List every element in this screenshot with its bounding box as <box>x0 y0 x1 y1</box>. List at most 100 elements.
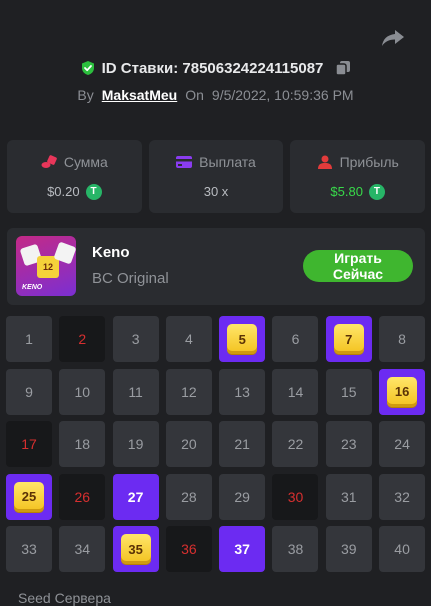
stat-profit-value-row: $5.80 T <box>330 183 385 200</box>
keno-cell: 29 <box>219 473 266 520</box>
keno-cell: 10 <box>59 368 106 415</box>
keno-cell-number: 38 <box>287 541 304 557</box>
on-label: On <box>185 87 204 103</box>
stat-amount-value-row: $0.20 T <box>47 183 102 200</box>
tether-coin-icon: T <box>368 183 385 200</box>
wallet-icon <box>176 156 193 168</box>
game-name: Keno <box>92 244 130 261</box>
keno-cell: 4 <box>165 316 212 362</box>
gem-tile-icon: 5 <box>227 324 258 354</box>
keno-cell-number: 2 <box>78 331 87 347</box>
keno-cell-number: 29 <box>234 488 250 505</box>
keno-cell: 11 <box>112 368 159 415</box>
keno-cell: 22 <box>272 421 319 467</box>
keno-cell-number: 33 <box>21 541 37 557</box>
keno-cell-number: 20 <box>181 436 197 452</box>
keno-cell-number: 23 <box>340 436 357 452</box>
keno-cell-number: 9 <box>25 383 33 400</box>
gem-tile-icon: 35 <box>120 534 151 564</box>
keno-cell: 21 <box>219 421 266 467</box>
keno-cell-number: 34 <box>74 541 91 557</box>
keno-cell-number: 39 <box>340 541 357 557</box>
keno-cell: 6 <box>272 316 319 362</box>
keno-cell-number: 31 <box>340 488 357 505</box>
keno-cell: 26 <box>59 473 106 520</box>
keno-cell: 16 <box>379 368 426 415</box>
keno-cell: 8 <box>379 316 426 362</box>
keno-cell: 40 <box>379 526 426 572</box>
keno-cell: 18 <box>59 421 106 467</box>
stat-profit-label-row: Прибыль <box>317 154 399 170</box>
keno-cell: 32 <box>379 473 426 520</box>
stat-amount: Сумма $0.20 T <box>7 140 142 213</box>
keno-cell: 38 <box>272 526 319 572</box>
stat-profit-value: $5.80 <box>330 184 363 199</box>
keno-cell: 24 <box>379 421 426 467</box>
stat-amount-value: $0.20 <box>47 184 80 199</box>
keno-cell-number: 40 <box>394 541 410 557</box>
keno-thumbnail[interactable]: 12 KENO <box>16 236 76 296</box>
server-seed-label: Seed Сервера <box>18 590 111 606</box>
keno-cell: 35 <box>112 526 159 572</box>
copy-icon[interactable] <box>335 60 351 76</box>
keno-cell: 5 <box>219 316 266 362</box>
keno-cell: 33 <box>6 526 52 572</box>
keno-cell-number: 27 <box>127 488 144 505</box>
game-subtitle: BC Original <box>92 270 169 287</box>
stat-amount-label: Сумма <box>63 153 108 170</box>
username-link[interactable]: MaksatMeu <box>102 87 177 103</box>
profit-user-icon <box>317 155 332 169</box>
bet-datetime: 9/5/2022, 10:59:36 PM <box>211 87 354 103</box>
bet-id-row: ID Ставки: 78506324224115087 <box>0 58 431 78</box>
keno-cell: 30 <box>272 473 319 520</box>
keno-cell-number: 24 <box>394 436 410 452</box>
stat-payout: Выплата 30 x <box>148 140 284 213</box>
keno-cell: 20 <box>165 421 212 467</box>
keno-cell-number: 36 <box>181 541 197 557</box>
keno-cell: 13 <box>219 368 266 415</box>
keno-cell: 7 <box>325 316 372 362</box>
keno-cell-number: 21 <box>234 436 250 452</box>
stat-profit-label: Прибыль <box>339 153 399 170</box>
stat-payout-label-row: Выплата <box>176 154 256 170</box>
bet-stats: Сумма $0.20 T Выплата 30 x Прибыль $5.80… <box>7 140 426 213</box>
keno-cell-number: 22 <box>287 436 304 452</box>
keno-cell: 3 <box>112 316 159 362</box>
keno-cell-number: 30 <box>287 488 304 505</box>
keno-cell: 36 <box>165 526 212 572</box>
keno-cell: 15 <box>325 368 372 415</box>
keno-cell-number: 37 <box>234 541 250 557</box>
keno-cell: 23 <box>325 421 372 467</box>
tether-coin-icon: T <box>85 183 102 200</box>
keno-cell: 37 <box>219 526 266 572</box>
game-card: 12 KENO Keno BC Original Играть Сейчас <box>7 228 425 305</box>
keno-cell-number: 10 <box>74 383 91 400</box>
stat-payout-value: 30 x <box>203 184 229 199</box>
keno-cell-number: 1 <box>25 331 33 347</box>
keno-cell: 25 <box>6 473 52 520</box>
keno-cell: 39 <box>325 526 372 572</box>
keno-cell-number: 26 <box>74 488 91 505</box>
keno-cell-number: 28 <box>181 488 197 505</box>
share-icon[interactable] <box>381 28 405 48</box>
keno-cell-number: 19 <box>127 436 144 452</box>
gem-tile-icon: 16 <box>387 376 418 407</box>
coins-icon <box>41 154 57 168</box>
play-now-button[interactable]: Играть Сейчас <box>303 250 413 282</box>
keno-cell: 31 <box>325 473 372 520</box>
keno-cell: 1 <box>6 316 52 362</box>
shield-check-icon <box>81 61 94 75</box>
keno-cell-number: 32 <box>394 488 410 505</box>
keno-cell: 9 <box>6 368 52 415</box>
keno-cell: 2 <box>59 316 106 362</box>
keno-cell: 28 <box>165 473 212 520</box>
keno-cell-number: 13 <box>234 383 250 400</box>
bet-id: ID Ставки: 78506324224115087 <box>101 59 324 77</box>
keno-grid: 1 2 3 4 5 6 7 8 9 10 11 12 13 14 15 16 17 18 19 20 21 22 23 24 2… <box>6 316 426 572</box>
gem-tile-icon: 7 <box>333 324 364 354</box>
by-label: By <box>77 87 94 103</box>
keno-cell-number: 12 <box>181 383 197 400</box>
keno-cell-number: 11 <box>128 383 143 400</box>
keno-cell-number: 4 <box>184 331 193 347</box>
keno-cell-number: 18 <box>74 436 91 452</box>
